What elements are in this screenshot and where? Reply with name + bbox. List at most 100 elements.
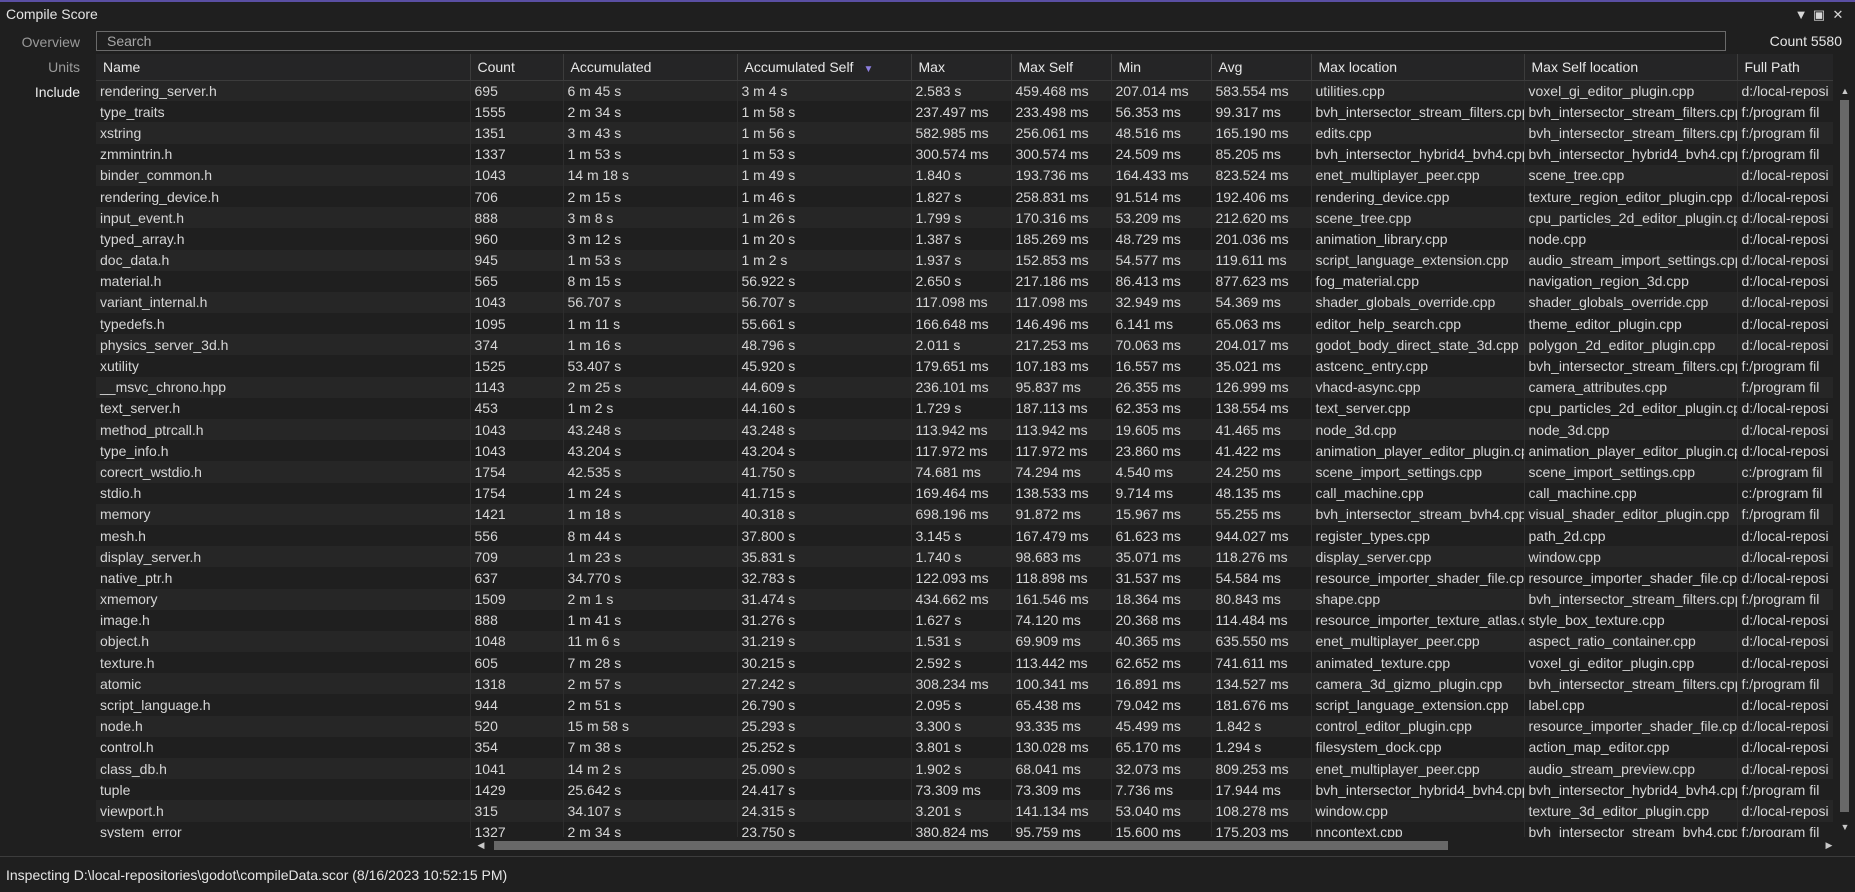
table-cell: 73.309 ms <box>911 779 1012 801</box>
column-header-accumulated[interactable]: Accumulated <box>563 54 738 81</box>
table-row[interactable]: native_ptr.h 637 34.770 s 32.783 s 122.093 m… <box>96 567 1833 589</box>
nav-item-overview[interactable]: Overview <box>0 30 96 55</box>
table-cell: enet_multiplayer_peer.cpp <box>1311 164 1525 186</box>
table-cell: 185.269 ms <box>1011 228 1112 250</box>
table-row[interactable]: typed_array.h 960 3 m 12 s1 m 20 s 1.387 s1… <box>96 228 1833 250</box>
table-row[interactable]: script_language.h 944 2 m 51 s 26.790 s 2.09… <box>96 694 1833 716</box>
search-input[interactable] <box>96 31 1726 51</box>
table-row[interactable]: node.h 520 15 m 58 s 25.293 s 3.300 s 93.335 … <box>96 715 1833 737</box>
table-row[interactable]: corecrt_wstdio.h 1754 42.535 s 41.750 s 74.6… <box>96 461 1833 483</box>
table-cell: variant_internal.h <box>96 291 471 314</box>
table-cell: 583.554 ms <box>1211 80 1312 102</box>
table-row[interactable]: zmmintrin.h 1337 1 m 53 s1 m 53 s 300.574 m… <box>96 143 1833 165</box>
column-header-max-self-location[interactable]: Max Self location <box>1524 54 1738 81</box>
table-cell: bvh_intersector_stream_filters.cpp <box>1524 101 1738 123</box>
table-row[interactable]: doc_data.h 945 1 m 53 s1 m 2 s 1.937 s 152.8… <box>96 249 1833 271</box>
table-cell: 31.219 s <box>737 630 912 653</box>
dropdown-icon[interactable]: ▼ <box>1792 6 1810 24</box>
column-header-max-self[interactable]: Max Self <box>1011 54 1112 81</box>
column-header-max[interactable]: Max <box>911 54 1012 81</box>
table-cell: 62.353 ms <box>1111 397 1212 419</box>
table-cell: 354 <box>470 736 564 758</box>
column-header-full-path[interactable]: Full Path <box>1737 54 1833 81</box>
nav-item-include[interactable]: Include <box>0 80 96 105</box>
table-row[interactable]: physics_server_3d.h 374 1 m 16 s 48.796 s 2.… <box>96 334 1833 356</box>
table-row[interactable]: class_db.h 1041 14 m 2 s 25.090 s 1.902 s 68.… <box>96 758 1833 780</box>
table-row[interactable]: text_server.h 453 1 m 2 s 44.160 s 1.729 s 18… <box>96 397 1833 419</box>
table-cell: 117.098 ms <box>911 291 1012 314</box>
table-cell: 8 m 44 s <box>563 524 738 547</box>
table-cell: 24.250 ms <box>1211 461 1312 483</box>
table-cell: 25.293 s <box>737 715 912 737</box>
table-cell: 434.662 ms <box>911 588 1012 610</box>
scroll-left-icon[interactable]: ◀ <box>474 838 488 852</box>
table-row[interactable]: memory 1421 1 m 18 s 40.318 s 698.196 ms 91.8… <box>96 503 1833 525</box>
table-cell: 1509 <box>470 588 564 610</box>
table-row[interactable]: input_event.h 888 3 m 8 s1 m 26 s 1.799 s 17… <box>96 207 1833 229</box>
maximize-icon[interactable]: ▣ <box>1810 6 1828 24</box>
column-header-min[interactable]: Min <box>1111 54 1212 81</box>
table-cell: xmemory <box>96 588 471 610</box>
column-header-max-location[interactable]: Max location <box>1311 54 1525 81</box>
table-row[interactable]: variant_internal.h 1043 56.707 s 56.707 s 11… <box>96 291 1833 314</box>
horizontal-scroll-thumb[interactable] <box>494 841 1448 850</box>
table-cell: 637 <box>470 567 564 589</box>
table-row[interactable]: xmemory 1509 2 m 1 s 31.474 s 434.662 ms 161.… <box>96 588 1833 610</box>
table-cell: 31.276 s <box>737 609 912 631</box>
table-cell: 95.759 ms <box>1011 821 1112 838</box>
table-cell: 1043 <box>470 440 564 462</box>
table-row[interactable]: xstring 1351 3 m 43 s1 m 56 s 582.985 ms 256… <box>96 122 1833 144</box>
table-cell: 27.242 s <box>737 673 912 695</box>
table-cell: 695 <box>470 80 564 102</box>
column-header-label: Max Self <box>1018 58 1073 75</box>
table-row[interactable]: type_info.h 1043 43.204 s 43.204 s 117.972 m… <box>96 440 1833 462</box>
table-row[interactable]: binder_common.h 1043 14 m 18 s1 m 49 s 1.84… <box>96 164 1833 186</box>
table-row[interactable]: display_server.h 709 1 m 23 s 35.831 s 1.740… <box>96 546 1833 568</box>
scroll-down-icon[interactable]: ▼ <box>1838 820 1852 834</box>
table-cell: 1 m 53 s <box>563 249 738 271</box>
table-cell: 823.524 ms <box>1211 164 1312 186</box>
table-cell: xutility <box>96 355 471 377</box>
table-row[interactable]: type_traits 1555 2 m 34 s1 m 58 s 237.497 m… <box>96 101 1833 123</box>
table-cell: 31.537 ms <box>1111 567 1212 589</box>
scroll-up-icon[interactable]: ▲ <box>1838 84 1852 98</box>
table-cell: 24.417 s <box>737 779 912 801</box>
table-row[interactable]: typedefs.h 1095 1 m 11 s 55.661 s 166.648 ms… <box>96 313 1833 335</box>
table-cell: 62.652 ms <box>1111 652 1212 674</box>
column-header-accumulated-self[interactable]: Accumulated Self ▼ <box>737 54 912 81</box>
table-cell: d:/local-reposi <box>1737 567 1833 589</box>
table-cell: c:/program fil <box>1737 482 1833 504</box>
table-cell: 1 m 23 s <box>563 546 738 568</box>
table-row[interactable]: mesh.h 556 8 m 44 s 37.800 s 3.145 s 167.479 … <box>96 524 1833 547</box>
table-row[interactable]: material.h 565 8 m 15 s 56.922 s 2.650 s 217.… <box>96 270 1833 292</box>
table-cell: 117.098 ms <box>1011 291 1112 314</box>
table-row[interactable]: stdio.h 1754 1 m 24 s 41.715 s 169.464 ms 138… <box>96 482 1833 504</box>
column-header-avg[interactable]: Avg <box>1211 54 1312 81</box>
table-row[interactable]: texture.h 605 7 m 28 s 30.215 s 2.592 s 113.4… <box>96 652 1833 674</box>
vertical-scrollbar[interactable]: ▲ ▼ <box>1836 80 1855 838</box>
table-row[interactable]: atomic 1318 2 m 57 s 27.242 s 308.234 ms 100.… <box>96 673 1833 695</box>
scroll-right-icon[interactable]: ▶ <box>1822 838 1836 852</box>
table-row[interactable]: tuple 1429 25.642 s 24.417 s 73.309 ms 73.309… <box>96 779 1833 801</box>
table-row[interactable]: image.h 888 1 m 41 s 31.276 s 1.627 s 74.120 … <box>96 609 1833 631</box>
horizontal-scrollbar[interactable]: ◀ ▶ <box>474 837 1836 854</box>
nav-item-units[interactable]: Units <box>0 55 96 80</box>
table-row[interactable]: rendering_server.h 695 6 m 45 s3 m 4 s 2.58… <box>96 80 1833 102</box>
vertical-scroll-thumb[interactable] <box>1840 100 1849 812</box>
table-row[interactable]: system_error 1327 2 m 34 s 23.750 s 380.824 … <box>96 821 1833 838</box>
table-cell: 1095 <box>470 313 564 335</box>
column-header-count[interactable]: Count <box>470 54 564 81</box>
table-row[interactable]: viewport.h 315 34.107 s 24.315 s 3.201 s 141.… <box>96 800 1833 822</box>
table-cell: 1337 <box>470 143 564 165</box>
table-row[interactable]: object.h 1048 11 m 6 s 31.219 s 1.531 s 69.90… <box>96 630 1833 653</box>
table-cell: stdio.h <box>96 482 471 504</box>
table-row[interactable]: __msvc_chrono.hpp 1143 2 m 25 s 44.609 s 236… <box>96 376 1833 398</box>
results-grid: Name Count Accumulated Accumulated Self ▼ Max… <box>96 54 1833 838</box>
table-row[interactable]: xutility 1525 53.407 s 45.920 s 179.651 ms 10… <box>96 355 1833 377</box>
table-row[interactable]: rendering_device.h 706 2 m 15 s1 m 46 s 1.8… <box>96 185 1833 208</box>
table-row[interactable]: control.h 354 7 m 38 s 25.252 s 3.801 s 130.0… <box>96 736 1833 758</box>
close-icon[interactable]: ✕ <box>1829 6 1847 24</box>
table-cell: 74.681 ms <box>911 461 1012 483</box>
table-row[interactable]: method_ptrcall.h 1043 43.248 s 43.248 s 113.… <box>96 419 1833 441</box>
column-header-name[interactable]: Name <box>96 54 471 81</box>
